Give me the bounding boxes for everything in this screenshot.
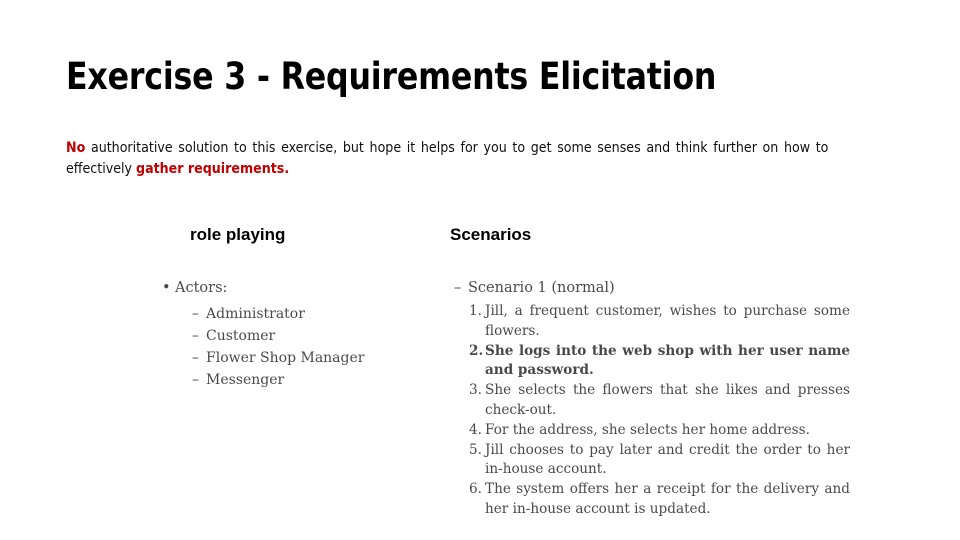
step-number: 5. <box>469 441 482 458</box>
step-text: For the address, she selects her home ad… <box>485 421 810 438</box>
step-text: Jill chooses to pay later and credit the… <box>485 441 850 478</box>
list-item: – Flower Shop Manager <box>192 347 440 369</box>
step-text: She logs into the web shop with her user… <box>485 342 850 379</box>
step-number: 1. <box>469 303 482 319</box>
dash-icon: – <box>192 372 199 388</box>
list-item: 5. Jill chooses to pay later and credit … <box>469 441 850 480</box>
step-text: She selects the flowers that she likes a… <box>485 382 850 418</box>
list-item-label: Administrator <box>206 306 305 322</box>
list-item: 2. She logs into the web shop with her u… <box>469 342 850 381</box>
step-number: 4. <box>469 421 482 438</box>
list-item-label: Customer <box>206 328 276 344</box>
intro-tail-accent: . <box>284 161 290 177</box>
list-item: 3. She selects the flowers that she like… <box>469 381 850 420</box>
step-text: Jill, a frequent customer, wishes to pur… <box>485 303 850 339</box>
list-item: – Messenger <box>192 369 440 391</box>
dash-icon: – <box>192 328 199 344</box>
list-item-label: Flower Shop Manager <box>206 350 365 366</box>
intro-paragraph: No authoritative solution to this exerci… <box>66 138 828 180</box>
list-item: 6. The system offers her a receipt for t… <box>469 480 850 519</box>
scenario-figure: – Scenario 1 (normal) 1. Jill, a frequen… <box>454 278 850 520</box>
dash-icon: – <box>192 306 199 322</box>
list-item: – Administrator <box>192 303 440 325</box>
step-number: 3. <box>469 382 482 398</box>
list-item-label: Messenger <box>206 372 285 388</box>
step-number: 6. <box>469 481 482 497</box>
dash-icon: – <box>192 350 199 366</box>
step-number: 2. <box>469 342 484 359</box>
page-title: Exercise 3 - Requirements Elicitation <box>66 55 717 98</box>
list-item: 4. For the address, she selects her home… <box>469 421 850 441</box>
heading-role-playing: role playing <box>190 225 286 244</box>
actors-figure: • Actors: – Administrator – Customer – F… <box>160 278 440 391</box>
bullet-icon: • <box>162 280 171 296</box>
actors-bullet-row: • Actors: <box>160 278 440 298</box>
scenario-steps: 1. Jill, a frequent customer, wishes to … <box>454 302 850 519</box>
intro-lead-accent: No <box>66 140 86 156</box>
step-text: The system offers her a receipt for the … <box>485 481 850 517</box>
list-item: – Customer <box>192 325 440 347</box>
heading-scenarios: Scenarios <box>450 225 532 244</box>
scenario-heading-row: – Scenario 1 (normal) <box>454 278 850 298</box>
list-item: 1. Jill, a frequent customer, wishes to … <box>469 302 850 341</box>
dash-icon: – <box>454 280 462 296</box>
slide-canvas: Exercise 3 - Requirements Elicitation No… <box>0 0 960 540</box>
scenario-label: Scenario 1 (normal) <box>468 280 615 296</box>
actors-label: Actors: <box>175 280 228 296</box>
actors-sub-list: – Administrator – Customer – Flower Shop… <box>160 303 440 391</box>
intro-highlight-accent: gather requirements <box>136 161 285 177</box>
